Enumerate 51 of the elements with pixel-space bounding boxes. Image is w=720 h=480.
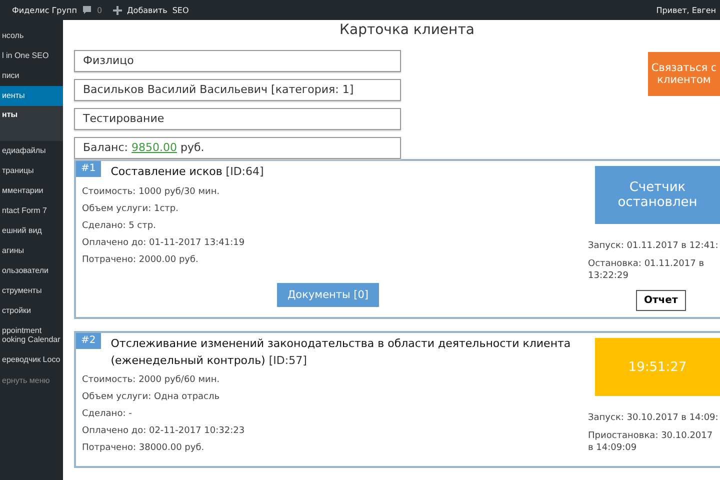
report-button[interactable]: Отчет [636,290,686,311]
balance-amount-link[interactable]: 9850.00 [132,141,178,154]
seo-link[interactable]: SEO [172,6,189,14]
service-number-badge: #2 [76,333,101,349]
collapse-menu-link[interactable]: ернуть меню [0,370,63,391]
service-detail: Оплачено до: 01-11-2017 13:41:19 [81,236,246,250]
greeting-link[interactable]: Привет, Евген [656,6,716,14]
add-new-link[interactable]: Добавить [127,6,168,14]
sidebar-item[interactable]: стройки [0,301,63,321]
service-detail: Оплачено до: 02-11-2017 10:32:23 [81,425,246,438]
sidebar-item[interactable]: иенты [0,86,63,106]
sidebar-item[interactable]: мментарии [0,181,63,201]
page-title: Карточка клиента [338,21,476,40]
sidebar-item[interactable]: едиафайлы [0,141,63,161]
timer-log-entry: Запуск: 30.10.2017 в 14:09: [588,412,720,424]
service-detail: Потрачено: 2000.00 руб. [81,254,200,266]
sidebar-subitem[interactable]: нты [0,106,63,141]
sidebar-item[interactable]: ереводчик Loco [0,350,63,370]
service-detail: Объем услуги: Одна отрасль [81,391,221,404]
client-field[interactable]: Васильков Василий Васильевич [категория: 1] [74,79,401,101]
sidebar-item[interactable]: траницы [0,161,63,181]
timer-status-panel: Счетчик остановлен [595,166,720,224]
sidebar-item[interactable]: ntact Form 7 [0,201,63,221]
sidebar-item[interactable]: ользователи [0,261,63,281]
service-detail: Стоимость: 2000 руб/60 мин. [81,374,221,387]
timer-log-entry: Запуск: 01.11.2017 в 12:41: [588,240,720,252]
service-detail: Потрачено: 38000.00 руб. [81,442,206,455]
comment-count: 0 [96,6,102,14]
timer-log-entry: Приостановка: 30.10.2017 в 14:09:09 [588,430,714,454]
sidebar-item[interactable]: ppointment ooking Calendar [0,321,63,350]
plus-icon[interactable] [113,6,122,14]
balance-field[interactable]: Баланс: 9850.00 руб. [74,137,401,159]
service-title: Составление исков [ID:64] [110,164,264,180]
service-detail: Сделано: 5 стр. [81,220,157,232]
timer-status-panel: 19:51:27 [595,338,720,396]
sidebar-item[interactable]: агины [0,241,63,261]
client-field[interactable]: Физлицо [74,50,401,72]
sidebar-item[interactable]: струменты [0,281,63,301]
service-detail: Стоимость: 1000 руб/30 мин. [81,186,221,198]
service-detail: Сделано: - [81,408,133,421]
sidebar-item[interactable]: писи [0,66,63,86]
service-title: Отслеживание изменений законодательства в области деятельности клиента (еженедельный контроль) [ID:57] [110,336,572,368]
service-detail: Объем услуги: 1стр. [81,202,180,216]
sidebar-item[interactable]: l in One SEO [0,46,63,66]
client-field[interactable]: Тестирование [74,108,401,130]
timer-log-entry: Остановка: 01.11.2017 в 13:22:29 [588,258,706,282]
sidebar-item[interactable]: ешний вид [0,221,63,241]
service-number-badge: #1 [76,161,101,177]
site-name-link[interactable]: Фиделис Групп [12,6,77,14]
sidebar-item[interactable]: нсоль [0,26,63,46]
comment-icon[interactable] [82,5,92,15]
